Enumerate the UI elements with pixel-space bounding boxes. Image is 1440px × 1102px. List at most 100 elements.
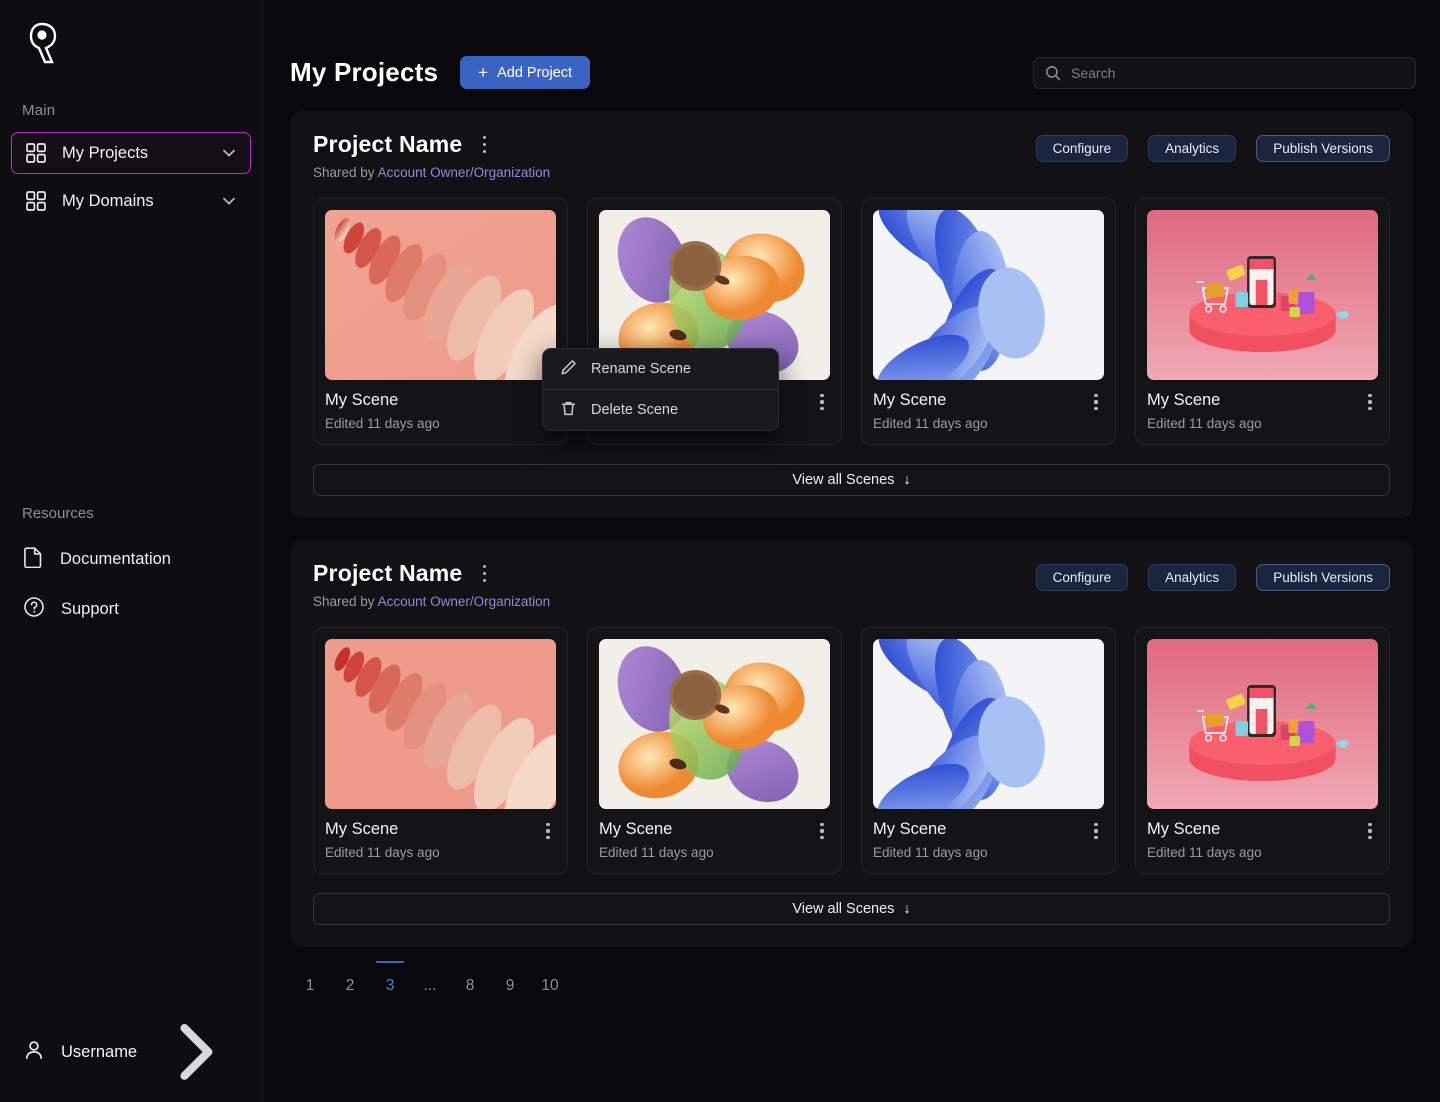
plus-icon: + <box>478 62 489 82</box>
project-title-row: Project Name <box>313 131 1036 158</box>
page-button-1[interactable]: 1 <box>290 969 330 1003</box>
sidebar-item-label: Documentation <box>60 549 171 568</box>
thumb-red-spiral-ridges <box>325 210 556 380</box>
publish-versions-button[interactable]: Publish Versions <box>1256 135 1390 162</box>
page-button-10[interactable]: 10 <box>530 969 570 1003</box>
scene-options-kebab-icon[interactable] <box>1088 391 1104 413</box>
scene-card[interactable]: My Scene Edited 11 days ago <box>587 627 842 874</box>
project-actions: Configure Analytics Publish Versions <box>1035 131 1390 162</box>
pencil-icon <box>560 359 577 380</box>
thumb-blue-petals <box>873 639 1104 809</box>
search-input[interactable] <box>1033 56 1416 89</box>
page-button-3[interactable]: 3 <box>370 961 410 1003</box>
scene-options-kebab-icon[interactable] <box>1362 391 1378 413</box>
arrow-down-icon: ↓ <box>903 472 911 488</box>
document-icon <box>23 546 44 573</box>
page-button-2[interactable]: 2 <box>330 969 370 1003</box>
scene-options-kebab-icon[interactable] <box>1088 820 1104 842</box>
scene-options-kebab-icon[interactable] <box>540 820 556 842</box>
thumb-pink-ecommerce-podium <box>1147 210 1378 380</box>
scene-meta: My Scene Edited 11 days ago <box>873 820 1104 860</box>
configure-button[interactable]: Configure <box>1035 564 1129 591</box>
view-all-scenes-label: View all Scenes <box>792 901 895 917</box>
scene-meta: My Scene Edited 11 days ago <box>1147 820 1378 860</box>
scene-meta: My Scene Edited 11 days ago <box>325 391 556 431</box>
trash-icon <box>560 400 577 421</box>
search-icon <box>1046 65 1061 80</box>
scene-name: My Scene <box>599 820 673 838</box>
page-button-9[interactable]: 9 <box>490 969 530 1003</box>
project-header: Project Name Shared by Account Owner/Org… <box>313 560 1390 609</box>
scene-card[interactable]: My Scene Edited 11 days ago <box>313 627 568 874</box>
project-header: Project Name Shared by Account Owner/Org… <box>313 131 1390 180</box>
scene-context-menu: Rename Scene Delete Scene <box>542 348 779 431</box>
scene-text: My Scene Edited 11 days ago <box>599 820 814 860</box>
scene-grid: My Scene Edited 11 days ago My Scene Edi… <box>313 627 1390 874</box>
page-title: My Projects <box>290 57 439 87</box>
shared-by-prefix: Shared by <box>313 594 375 609</box>
sidebar-item-support[interactable]: Support <box>12 588 250 630</box>
scene-edited: Edited 11 days ago <box>873 845 988 860</box>
scene-card[interactable]: My Scene Edited 11 days ago <box>861 198 1116 445</box>
shared-owner-link[interactable]: Account Owner/Organization <box>378 594 551 609</box>
context-menu-item-delete-scene[interactable]: Delete Scene <box>543 390 778 430</box>
page-button-8[interactable]: 8 <box>450 969 490 1003</box>
thumb-red-spiral-ridges <box>325 639 556 809</box>
scene-thumbnail <box>325 639 556 809</box>
thumb-pink-ecommerce-podium <box>1147 639 1378 809</box>
sidebar-item-label: Support <box>61 599 119 618</box>
analytics-button[interactable]: Analytics <box>1148 135 1237 162</box>
project-card: Project Name Shared by Account Owner/Org… <box>290 111 1413 518</box>
grid-icon <box>24 141 48 165</box>
sidebar-item-my-projects[interactable]: My Projects <box>11 132 251 174</box>
sidebar-section-main: Main <box>22 102 56 119</box>
scene-text: My Scene Edited 11 days ago <box>873 391 1088 431</box>
view-all-scenes-button[interactable]: View all Scenes ↓ <box>313 893 1390 925</box>
shared-owner-link[interactable]: Account Owner/Organization <box>378 165 551 180</box>
username-label: Username <box>61 1042 138 1061</box>
scene-thumbnail <box>599 639 830 809</box>
project-options-kebab-icon[interactable] <box>476 563 492 585</box>
sidebar-item-documentation[interactable]: Documentation <box>12 538 250 580</box>
scene-meta: My Scene Edited 11 days ago <box>325 820 556 860</box>
scene-card[interactable]: My Scene Edited 11 days ago <box>1135 627 1390 874</box>
sidebar-item-my-domains[interactable]: My Domains <box>12 180 250 222</box>
sidebar-item-label: My Domains <box>62 191 154 210</box>
app-root: Main My Projects My Domains Resources Do… <box>0 0 1440 1102</box>
add-project-button[interactable]: + Add Project <box>460 56 591 89</box>
scene-edited: Edited 11 days ago <box>1147 416 1262 431</box>
scene-card[interactable]: My Scene Edited 11 days ago <box>1135 198 1390 445</box>
scene-name: My Scene <box>873 391 947 409</box>
scene-card[interactable]: My Scene Edited 11 days ago <box>861 627 1116 874</box>
configure-button[interactable]: Configure <box>1035 135 1129 162</box>
pagination: 1 2 3 ... 8 9 10 <box>263 947 1440 1003</box>
scene-card[interactable]: My Scene Edited 11 days ago <box>313 198 568 445</box>
scene-options-kebab-icon[interactable] <box>814 820 830 842</box>
scene-edited: Edited 11 days ago <box>325 845 440 860</box>
scene-name: My Scene <box>325 391 399 409</box>
scene-options-kebab-icon[interactable] <box>814 391 830 413</box>
logo-container[interactable] <box>0 0 262 86</box>
scene-text: My Scene Edited 11 days ago <box>325 391 540 431</box>
scene-thumbnail <box>1147 639 1378 809</box>
scene-thumbnail <box>873 639 1104 809</box>
context-menu-item-rename-scene[interactable]: Rename Scene <box>543 349 778 389</box>
scene-edited: Edited 11 days ago <box>599 845 714 860</box>
scene-thumbnail <box>325 210 556 380</box>
scene-options-kebab-icon[interactable] <box>1362 820 1378 842</box>
arrow-down-icon: ↓ <box>903 901 911 917</box>
project-options-kebab-icon[interactable] <box>476 134 492 156</box>
publish-versions-button[interactable]: Publish Versions <box>1256 564 1390 591</box>
sidebar-section-resources: Resources <box>22 505 94 522</box>
scene-edited: Edited 11 days ago <box>325 416 440 431</box>
scene-text: My Scene Edited 11 days ago <box>1147 820 1362 860</box>
project-title-column: Project Name Shared by Account Owner/Org… <box>313 560 1036 609</box>
sidebar-user-menu[interactable]: Username <box>12 1024 250 1080</box>
sidebar-item-label: My Projects <box>62 143 149 162</box>
analytics-button[interactable]: Analytics <box>1148 564 1237 591</box>
grid-icon <box>24 189 48 213</box>
view-all-scenes-button[interactable]: View all Scenes ↓ <box>313 464 1390 496</box>
shared-by-line: Shared by Account Owner/Organization <box>313 165 1036 180</box>
project-name: Project Name <box>313 131 463 157</box>
project-title-column: Project Name Shared by Account Owner/Org… <box>313 131 1036 180</box>
